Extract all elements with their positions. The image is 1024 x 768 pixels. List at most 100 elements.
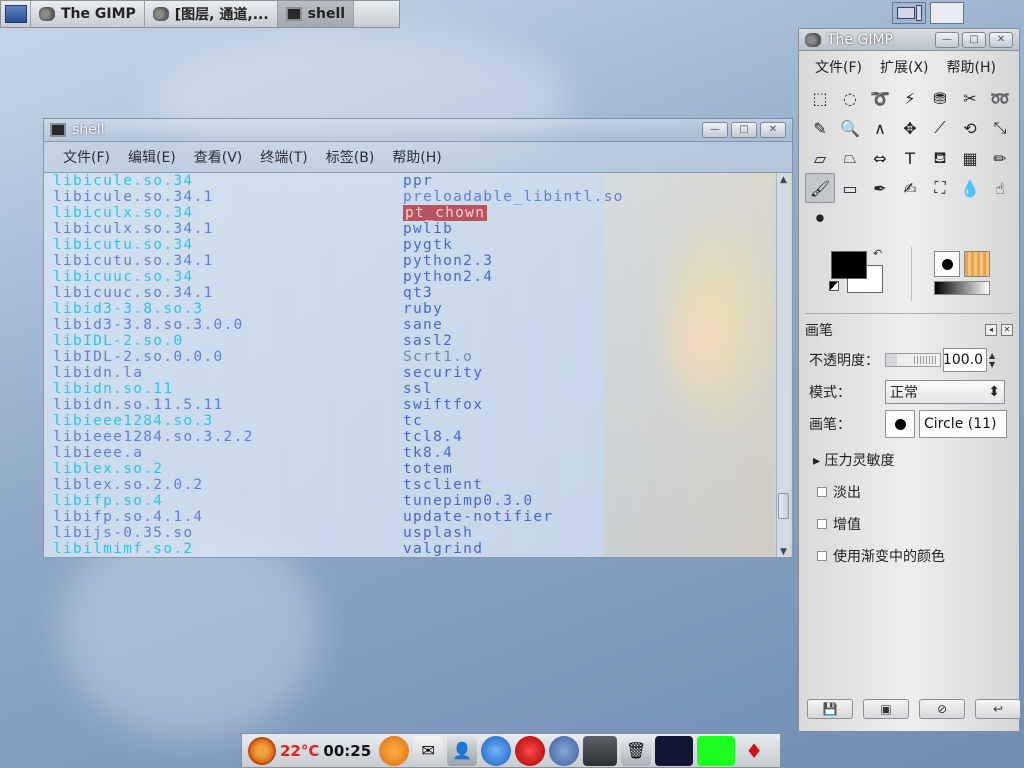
restore-options-button[interactable]: ▣ [863,699,909,719]
minimize-button[interactable]: — [702,122,728,138]
zoom-icon[interactable]: 🔍 [835,113,865,143]
color-select-icon[interactable]: ⛃ [925,83,955,113]
monitor-icon[interactable] [583,735,618,766]
entry-name: libidn.la [53,365,144,381]
fade-checkbox[interactable]: 淡出 [817,482,1013,502]
mail-clock-icon[interactable]: ✉ [413,735,444,766]
paths-icon[interactable]: ➿ [985,83,1015,113]
menu-help[interactable]: 帮助(H) [383,147,450,167]
fg-bg-colors[interactable]: ↶ [805,247,901,301]
opera-icon[interactable] [515,735,546,766]
smudge-icon[interactable]: ☝ [985,173,1015,203]
measure-icon[interactable]: ∧ [865,113,895,143]
magic-wand-icon[interactable]: ⚡ [895,83,925,113]
terminal-scrollbar[interactable]: ▲ ▼ [776,173,790,557]
network-globe-icon[interactable] [481,735,512,766]
pressure-expander[interactable]: ▸ 压力灵敏度 [813,450,1013,470]
desktop-preview-icon[interactable] [655,735,694,766]
menu-view[interactable]: 查看(V) [185,147,252,167]
color-picker-icon[interactable]: ✎ [805,113,835,143]
workspace-2[interactable] [930,2,964,24]
show-desktop-button[interactable] [1,1,31,27]
firefox-icon[interactable] [379,735,410,766]
spin-arrows-icon[interactable]: ▲ ▼ [989,351,995,369]
mode-select[interactable]: 正常 ⬍ [885,380,1005,404]
gimp-titlebar[interactable]: The GIMP — □ ✕ [799,29,1019,51]
flip-icon[interactable]: ⇔ [865,143,895,173]
workspace-1[interactable] [892,2,926,24]
blur-icon[interactable]: 💧 [955,173,985,203]
shear-icon[interactable]: ▱ [805,143,835,173]
menu-file[interactable]: 文件(F) [54,147,119,167]
move-icon[interactable]: ✥ [895,113,925,143]
reset-options-button[interactable]: ↩ [975,699,1021,719]
scroll-down-icon[interactable]: ▼ [777,545,790,557]
close-button[interactable]: ✕ [989,31,1013,48]
ubuntu-menu-icon[interactable] [248,736,276,765]
ruby-icon[interactable]: ♦ [739,736,769,766]
maximize-button[interactable]: □ [731,122,757,138]
incremental-checkbox[interactable]: 增值 [817,514,1013,534]
close-button[interactable]: ✕ [760,122,786,138]
menu-arrow-icon[interactable]: ◂ [985,324,997,336]
scroll-thumb[interactable] [778,493,789,519]
airbrush-icon[interactable]: ✒ [865,173,895,203]
text-icon[interactable]: T [895,143,925,173]
gradient-checkbox[interactable]: 使用渐变中的颜色 [817,546,1013,566]
entry-name: usplash [403,525,474,541]
minimize-button[interactable]: — [935,31,959,48]
trash-icon[interactable]: 🗑 [621,735,652,766]
save-options-button[interactable]: 💾 [807,699,853,719]
listing-entry: usplash [403,525,624,541]
opacity-slider[interactable] [885,353,941,367]
eraser-icon[interactable]: ▭ [835,173,865,203]
brush-preview[interactable] [934,251,960,277]
brush-label: 画笔： [809,417,851,433]
delete-options-button[interactable]: ⊘ [919,699,965,719]
blend-icon[interactable]: ▦ [955,143,985,173]
pencil-icon[interactable]: ✏ [985,143,1015,173]
menu-edit[interactable]: 编辑(E) [119,147,185,167]
gimp-icon [39,7,55,21]
listing-entry: security [403,365,624,381]
scale-icon[interactable]: ⤡ [985,113,1015,143]
task-shell[interactable]: shell [277,1,355,27]
menu-terminal[interactable]: 终端(T) [251,147,316,167]
pattern-preview[interactable] [964,251,990,277]
listing-entry: ruby [403,301,624,317]
entry-name: libifp.so.4.1.4 [53,509,204,525]
perspective-icon[interactable]: ⏢ [835,143,865,173]
menu-file[interactable]: 文件(F) [815,57,862,81]
clone-icon[interactable]: ⛶ [925,173,955,203]
opacity-input[interactable]: 100.0 [943,348,987,372]
close-icon[interactable]: ✕ [1001,324,1013,336]
reset-colors-icon[interactable] [829,281,839,291]
maximize-button[interactable]: □ [962,31,986,48]
bucket-fill-icon[interactable]: ⛾ [925,143,955,173]
rotate-icon[interactable]: ⟲ [955,113,985,143]
task-gimp[interactable]: The GIMP [31,1,145,27]
terminal-output[interactable]: libicule.so.34 libicule.so.34.1 libiculx.s… [43,172,793,558]
paintbrush-icon[interactable]: 🖌 [805,173,835,203]
user-icon[interactable]: 👤 [447,735,478,766]
menu-tabs[interactable]: 标签(B) [317,147,384,167]
dodge-burn-icon[interactable]: ⚫ [805,203,835,233]
brush-button[interactable] [885,410,915,438]
menu-xtns[interactable]: 扩展(X) [880,57,929,81]
terminal-titlebar[interactable]: shell — □ ✕ [43,118,793,142]
lasso-icon[interactable]: ➰ [865,83,895,113]
scroll-up-icon[interactable]: ▲ [777,173,790,187]
menu-help[interactable]: 帮助(H) [947,57,996,81]
swap-colors-icon[interactable]: ↶ [873,247,882,260]
gradient-preview[interactable] [934,281,990,295]
ink-icon[interactable]: ✍ [895,173,925,203]
task-layers[interactable]: [图层, 通道,... [145,1,278,27]
cpu-monitor-icon[interactable] [697,735,736,766]
rect-select-icon[interactable]: ⬚ [805,83,835,113]
scissors-icon[interactable]: ✂ [955,83,985,113]
foreground-color[interactable] [831,251,867,279]
entry-name: libicuuc.so.34 [53,269,194,285]
crop-icon[interactable]: ⟋ [925,113,955,143]
browser-sail-icon[interactable] [549,735,580,766]
ellipse-select-icon[interactable]: ◌ [835,83,865,113]
